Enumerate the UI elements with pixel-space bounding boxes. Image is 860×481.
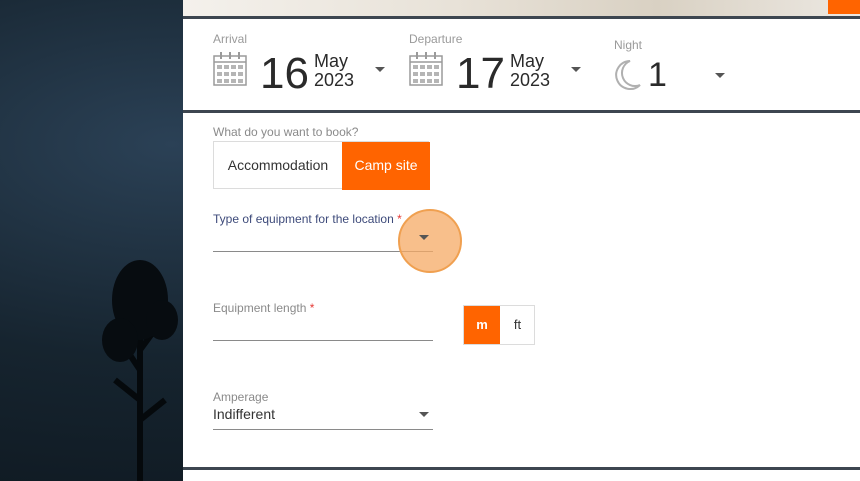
chevron-down-icon[interactable]: [375, 67, 385, 72]
bottom-bar: [183, 467, 860, 481]
camp-site-option[interactable]: Camp site: [342, 142, 430, 190]
orange-tab[interactable]: [828, 0, 860, 14]
equipment-type-dropdown-chevron-down-icon[interactable]: [419, 235, 429, 240]
accommodation-option[interactable]: Accommodation: [214, 142, 342, 190]
arrival-month: May: [314, 51, 349, 71]
night-label: Night: [614, 38, 643, 52]
equipment-type-label: Type of equipment for the location *: [213, 212, 402, 226]
arrival-year: 2023: [314, 70, 355, 90]
booking-type-toggle: Accommodation Camp site: [213, 141, 430, 190]
unit-toggle: m ft: [463, 305, 535, 345]
tree-silhouette: [102, 260, 178, 481]
moon-icon: [615, 60, 641, 90]
arrival-day[interactable]: 16: [260, 52, 309, 96]
calendar-icon: [213, 52, 247, 86]
unit-meters[interactable]: m: [464, 306, 500, 344]
departure-month: May: [510, 51, 545, 71]
equipment-length-label: Equipment length *: [213, 301, 315, 315]
booking-question: What do you want to book?: [213, 125, 359, 139]
click-indicator: [398, 209, 462, 273]
departure-label: Departure: [409, 32, 463, 46]
chevron-down-icon[interactable]: [715, 73, 725, 78]
amperage-underline: [213, 429, 433, 430]
night-count[interactable]: 1: [648, 58, 667, 92]
chevron-down-icon[interactable]: [419, 412, 429, 417]
arrival-label: Arrival: [213, 32, 248, 46]
calendar-icon: [409, 52, 443, 86]
unit-feet[interactable]: ft: [500, 306, 535, 344]
chevron-down-icon[interactable]: [571, 67, 581, 72]
amperage-label: Amperage: [213, 390, 269, 404]
equipment-length-input[interactable]: [213, 340, 433, 341]
departure-day[interactable]: 17: [456, 52, 505, 96]
amperage-select-value[interactable]: Indifferent: [213, 406, 275, 422]
departure-year: 2023: [510, 70, 551, 90]
